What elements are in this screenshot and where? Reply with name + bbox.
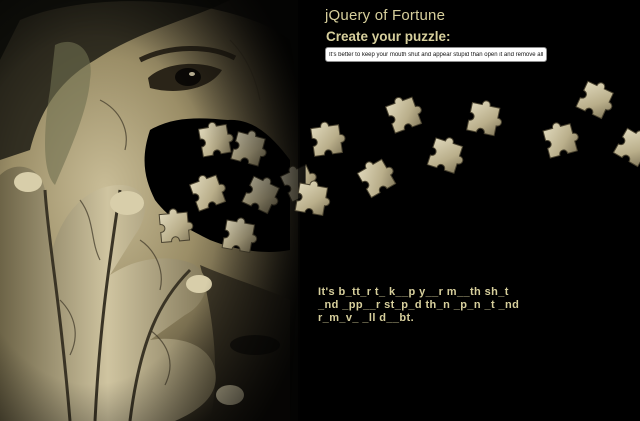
puzzle-line: _nd _pp__r st_p_d th_n _p_n _t _nd: [318, 299, 520, 311]
puzzle-line: It's b_tt_r t_ k__p y__r m__th sh_t: [318, 286, 509, 298]
app-title: jQuery of Fortune: [325, 7, 446, 24]
puzzle-board: It's b_tt_r t_ k__p y__r m__th sh_t _nd …: [318, 286, 558, 325]
puzzle-line: r_m_v_ _ll d__bt.: [318, 312, 415, 324]
create-puzzle-label: Create your puzzle:: [326, 29, 451, 44]
app-stage: jQuery of Fortune Create your puzzle: It…: [0, 0, 640, 421]
puzzle-face-artwork: [0, 0, 640, 421]
puzzle-text-input[interactable]: [325, 47, 547, 62]
